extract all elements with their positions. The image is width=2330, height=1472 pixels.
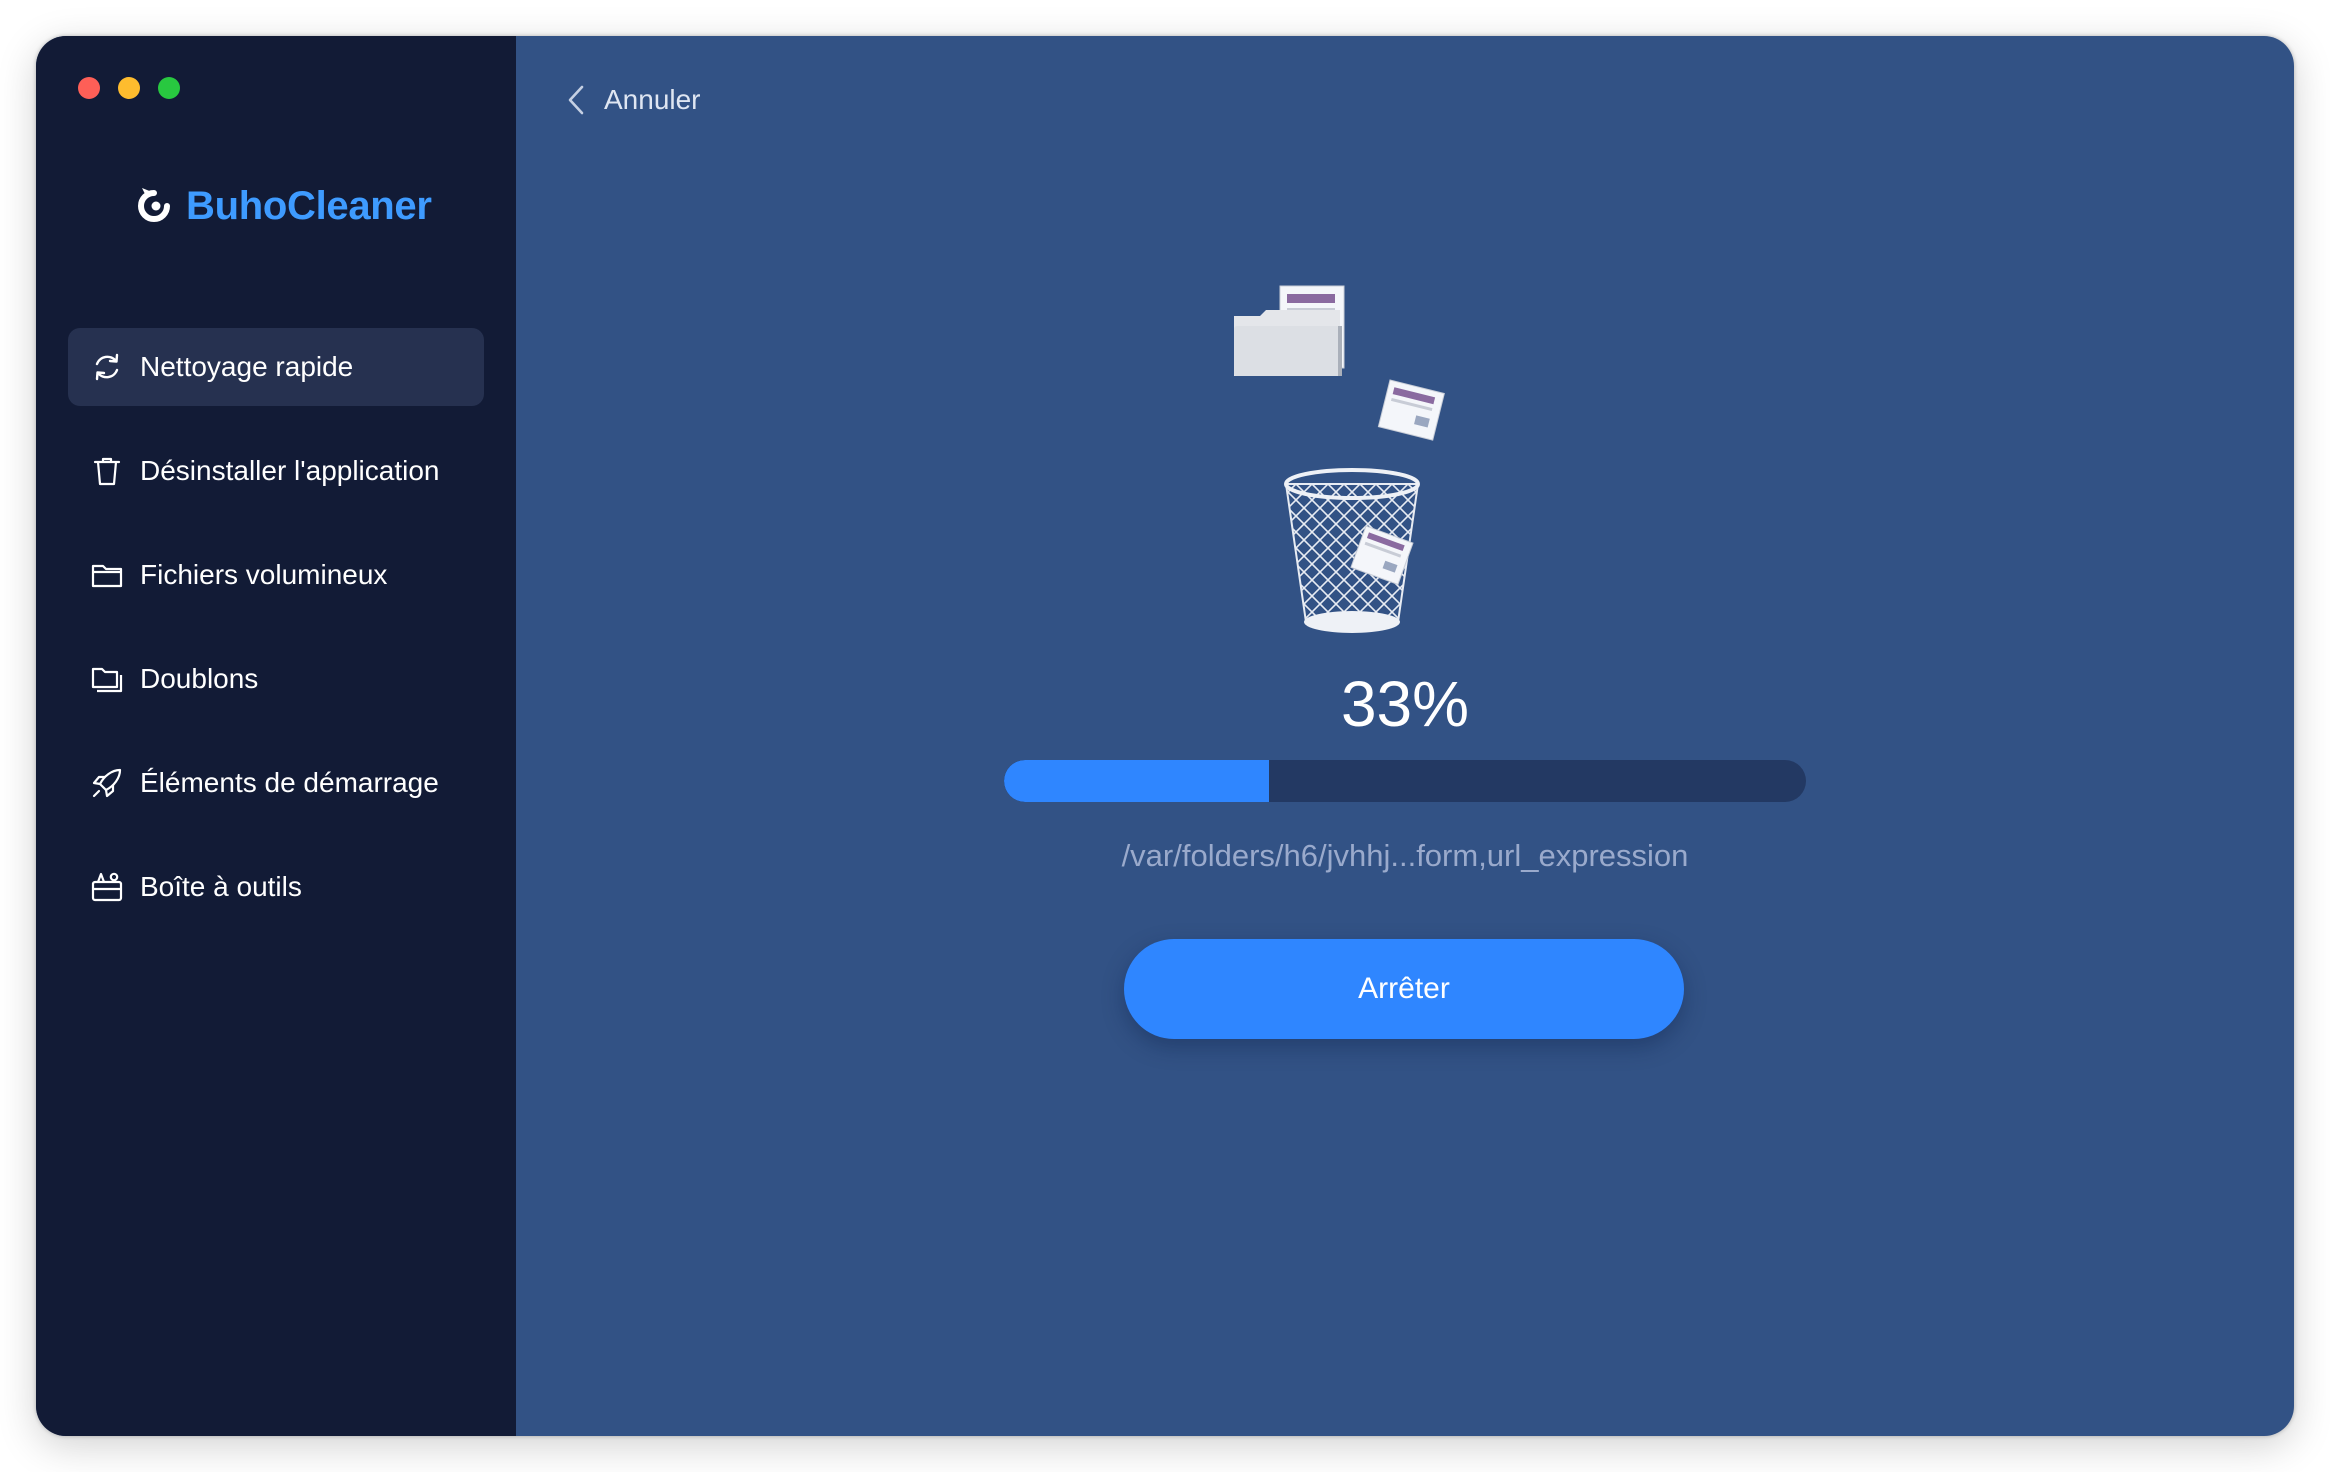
- app-window: BuhoCleaner Nettoyage rapide Désinstalle…: [36, 36, 2294, 1436]
- app-logo: BuhoCleaner: [132, 176, 432, 236]
- folder-icon: [91, 564, 123, 588]
- sidebar: BuhoCleaner Nettoyage rapide Désinstalle…: [36, 36, 516, 1436]
- current-file-path: /var/folders/h6/jvhhj...form,url_express…: [1121, 838, 1689, 873]
- cleaning-trash-illustration: [1234, 285, 1445, 633]
- folder-document-icon: [1234, 285, 1345, 376]
- toolbox-icon: [91, 872, 123, 902]
- sidebar-item-quick-clean[interactable]: Nettoyage rapide: [68, 328, 484, 406]
- stop-button[interactable]: Arrêter: [1124, 939, 1684, 1039]
- cancel-button[interactable]: Annuler: [564, 72, 701, 128]
- trash-icon: [93, 457, 121, 486]
- sidebar-item-toolbox[interactable]: Boîte à outils: [68, 848, 484, 926]
- sidebar-item-label: Désinstaller l'application: [140, 455, 440, 486]
- chevron-left-icon: [568, 85, 584, 115]
- app-name: BuhoCleaner: [186, 183, 432, 228]
- progress-bar-fill: [1004, 760, 1269, 802]
- sidebar-item-label: Nettoyage rapide: [140, 351, 354, 382]
- sidebar-item-startup-items[interactable]: Éléments de démarrage: [68, 744, 484, 822]
- close-window-button[interactable]: [78, 77, 100, 99]
- sidebar-item-large-files[interactable]: Fichiers volumineux: [68, 536, 484, 614]
- trash-basket-icon: [1284, 468, 1420, 633]
- rocket-icon: [92, 768, 122, 798]
- zoom-window-button[interactable]: [158, 77, 180, 99]
- cancel-label: Annuler: [604, 84, 701, 115]
- sidebar-item-uninstall[interactable]: Désinstaller l'application: [68, 432, 484, 510]
- sidebar-item-label: Boîte à outils: [140, 871, 302, 902]
- sidebar-item-label: Fichiers volumineux: [140, 559, 388, 590]
- sidebar-nav: Nettoyage rapide Désinstaller l'applicat…: [68, 328, 484, 952]
- sidebar-item-duplicates[interactable]: Doublons: [68, 640, 484, 718]
- falling-document-icon: [1377, 379, 1445, 441]
- sidebar-item-label: Doublons: [140, 663, 259, 694]
- sidebar-item-label: Éléments de démarrage: [140, 767, 439, 798]
- main-panel: Annuler 33% /var/folders/h6/jvhhj...form…: [516, 36, 2294, 1436]
- minimize-window-button[interactable]: [118, 77, 140, 99]
- progress-bar: [1004, 760, 1806, 802]
- buho-logo-icon: [138, 188, 170, 222]
- duplicate-folder-icon: [91, 667, 123, 693]
- refresh-icon: [95, 353, 119, 381]
- progress-percent: 33%: [1340, 668, 1470, 740]
